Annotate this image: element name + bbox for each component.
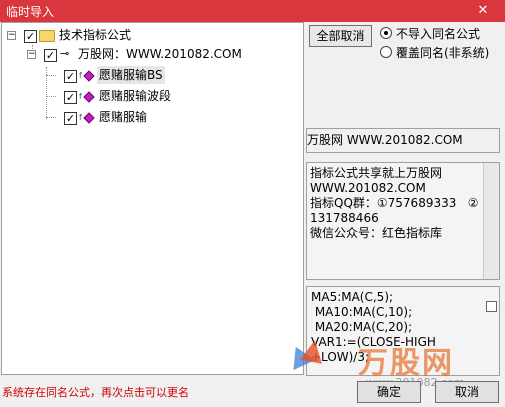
formula-icon: f — [79, 113, 82, 122]
source-text: 万股网 WWW.201082.COM — [307, 133, 463, 147]
code-text: MA5:MA(C,5); MA10:MA(C,10); MA20:MA(C,20… — [311, 290, 436, 364]
formula-icon: f — [79, 92, 82, 101]
status-message: 系统存在同名公式，再次点击可以更名 — [2, 386, 189, 399]
tree-item-label: 愿赌服输 — [99, 110, 148, 124]
diamond-icon — [83, 91, 95, 103]
overwrite-duplicate-label: 覆盖同名(非系统) — [396, 46, 490, 60]
code-checkbox[interactable] — [486, 301, 497, 312]
title-bar: 临时导入 ✕ — [0, 0, 505, 22]
skip-duplicate-label: 不导入同名公式 — [396, 27, 481, 41]
description-text: 指标公式共享就上万股网 WWW.201082.COM 指标QQ群：①757689… — [310, 166, 479, 240]
diamond-icon — [83, 112, 95, 124]
collapse-icon[interactable]: − — [27, 50, 36, 59]
tree-node-label: 技术指标公式 — [59, 28, 132, 42]
diamond-icon — [83, 70, 95, 82]
formula-tree[interactable]: − ✓ 技术指标公式 − ✓ ⊸ 万股网：WWW.201082.COM ✓ f … — [1, 22, 304, 375]
tree-node-group[interactable]: − ✓ ⊸ 万股网：WWW.201082.COM — [2, 45, 302, 63]
ok-button[interactable]: 确定 — [357, 381, 421, 403]
tree-node-label: 万股网：WWW.201082.COM — [78, 47, 242, 61]
tree-item-label: 愿赌服输波段 — [99, 89, 172, 103]
description-panel[interactable]: 指标公式共享就上万股网 WWW.201082.COM 指标QQ群：①757689… — [306, 162, 500, 280]
key-icon: ⊸ — [60, 47, 70, 60]
source-panel: 万股网 WWW.201082.COM — [306, 128, 500, 153]
folder-icon — [39, 30, 55, 42]
tree-node-root[interactable]: − ✓ 技术指标公式 — [2, 26, 302, 44]
item-checkbox[interactable]: ✓ — [64, 70, 77, 83]
root-checkbox[interactable]: ✓ — [24, 30, 37, 43]
overwrite-duplicate-radio[interactable] — [380, 46, 392, 58]
tree-item[interactable]: ✓ f 愿赌服输BS — [2, 66, 302, 84]
window-title: 临时导入 — [6, 5, 55, 19]
cancel-button[interactable]: 取消 — [435, 381, 499, 403]
formula-icon: f — [79, 71, 82, 80]
tree-item[interactable]: ✓ f 愿赌服输 — [2, 108, 302, 126]
tree-item[interactable]: ✓ f 愿赌服输波段 — [2, 87, 302, 105]
item-checkbox[interactable]: ✓ — [64, 112, 77, 125]
group-checkbox[interactable]: ✓ — [44, 49, 57, 62]
close-icon[interactable]: ✕ — [461, 0, 505, 22]
collapse-icon[interactable]: − — [7, 31, 16, 40]
deselect-all-button[interactable]: 全部取消 — [309, 25, 372, 47]
description-scrollbar[interactable] — [483, 163, 499, 279]
item-checkbox[interactable]: ✓ — [64, 91, 77, 104]
tree-item-label: 愿赌服输BS — [97, 66, 165, 84]
code-panel[interactable]: MA5:MA(C,5); MA10:MA(C,10); MA20:MA(C,20… — [306, 286, 500, 376]
skip-duplicate-radio[interactable] — [380, 27, 392, 39]
